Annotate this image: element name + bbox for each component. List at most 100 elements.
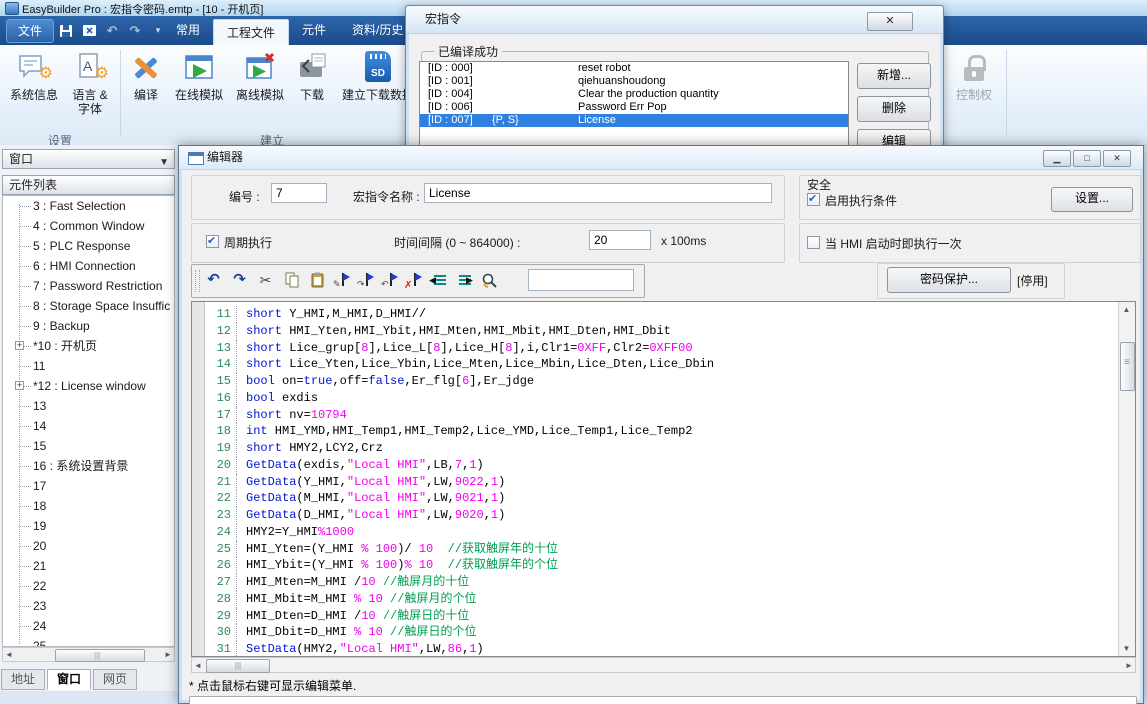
tab-工程文件[interactable]: 工程文件	[213, 19, 289, 45]
window-tree-item[interactable]: 3 : Fast Selection	[3, 196, 174, 216]
window-tree-item[interactable]: 16 : 系统设置背景	[3, 456, 174, 476]
window-tree-item[interactable]: 19	[3, 516, 174, 536]
scroll-down-arrow[interactable]: ▼	[1119, 641, 1134, 656]
code-line: 15bool on=true,off=false,Er_flg[6],Er_jd…	[205, 373, 1118, 390]
control-permission-button[interactable]: 控制权	[946, 49, 1002, 129]
chevron-down-icon[interactable]: ▼	[159, 154, 169, 172]
redo-icon[interactable]: ↷	[231, 272, 248, 289]
window-tree-item[interactable]: 7 : Password Restriction	[3, 276, 174, 296]
sidebar-bottom-strip	[0, 691, 178, 704]
download-button[interactable]: 下载	[292, 49, 332, 129]
window-tree-item[interactable]: 17	[3, 476, 174, 496]
sidebar-tab-窗口[interactable]: 窗口	[47, 669, 91, 690]
expand-icon[interactable]: +	[15, 381, 24, 390]
scroll-up-arrow[interactable]: ▲	[1119, 302, 1134, 317]
macro-name-field[interactable]	[424, 183, 772, 203]
window-tree-item[interactable]: 11	[3, 356, 174, 376]
next-bookmark-icon[interactable]: ↷	[359, 272, 374, 288]
periodic-checkbox[interactable]	[206, 235, 219, 248]
redo-icon[interactable]: ↷	[127, 23, 143, 39]
scroll-left-arrow[interactable]: ◄	[3, 649, 15, 660]
window-tree-item[interactable]: + *12 : License window	[3, 376, 174, 396]
window-tree-item[interactable]: 25	[3, 636, 174, 647]
cut-icon[interactable]: ✂	[257, 272, 274, 289]
online-simulate-button[interactable]: 在线模拟	[170, 49, 228, 129]
window-tree-item[interactable]: 15	[3, 436, 174, 456]
macro-list-item[interactable]: [ID : 001]qiehuanshoudong	[420, 75, 848, 88]
code-area[interactable]: 11short Y_HMI,M_HMI,D_HMI//12short HMI_Y…	[191, 301, 1136, 657]
window-tree-item[interactable]: +*10 : 开机页	[3, 336, 174, 356]
toggle-bookmark-icon[interactable]: ✎	[335, 272, 350, 288]
interval-field[interactable]	[589, 230, 651, 250]
macro-list-item[interactable]: [ID : 006]Password Err Pop	[420, 101, 848, 114]
language-font-button[interactable]: A ⚙ 语言 & 字体	[64, 49, 116, 129]
close-icon[interactable]: ✕	[1103, 150, 1131, 167]
code-line: 28HMI_Mbit=M_HMI % 10 //触屏月的个位	[205, 591, 1118, 608]
code-horizontal-scrollbar[interactable]: ◄ ||| ►	[191, 657, 1136, 673]
scrollbar-thumb[interactable]: |||	[55, 649, 145, 662]
window-panel-header[interactable]: 窗口 ▼	[2, 149, 175, 169]
system-info-button[interactable]: ⚙ 系统信息	[6, 49, 62, 129]
window-tree-item[interactable]: 24	[3, 616, 174, 636]
sidebar-tab-地址[interactable]: 地址	[1, 669, 45, 690]
scroll-left-arrow[interactable]: ◄	[192, 660, 204, 671]
sidebar-tab-网页[interactable]: 网页	[93, 669, 137, 690]
window-tree-item[interactable]: 23	[3, 596, 174, 616]
macro-list-item[interactable]: [ID : 000]reset robot	[420, 62, 848, 75]
window-tree-item[interactable]: 6 : HMI Connection	[3, 256, 174, 276]
undo-icon[interactable]: ↶	[104, 23, 120, 39]
window-tree-item[interactable]: 8 : Storage Space Insuffic	[3, 296, 174, 316]
compile-button[interactable]: 编译	[124, 49, 168, 129]
tab-file[interactable]: 文件	[6, 19, 54, 43]
copy-icon[interactable]	[283, 272, 300, 289]
code-line: 18int HMI_YMD,HMI_Temp1,HMI_Temp2,Lice_Y…	[205, 423, 1118, 440]
window-tree-item[interactable]: 13	[3, 396, 174, 416]
expand-icon[interactable]: +	[15, 341, 24, 350]
window-tree-item[interactable]: 20	[3, 536, 174, 556]
line-number: 21	[205, 474, 237, 491]
sidebar-horizontal-scrollbar[interactable]: ◄ ||| ►	[2, 647, 175, 662]
scrollbar-thumb[interactable]	[1120, 342, 1135, 391]
outdent-icon[interactable]: ▶	[456, 273, 472, 287]
paste-icon[interactable]	[309, 272, 326, 289]
delete-macro-button[interactable]: 删除	[857, 96, 931, 122]
tab-常用[interactable]: 常用	[163, 16, 213, 45]
window-tree-item[interactable]: 18	[3, 496, 174, 516]
macro-id-field[interactable]	[271, 183, 327, 203]
window-tree-item[interactable]: 4 : Common Window	[3, 216, 174, 236]
tree-item-label: *12 : License window	[33, 379, 146, 393]
execution-condition-checkbox[interactable]	[807, 193, 820, 206]
close-icon[interactable]: ✕	[867, 12, 913, 31]
save-icon[interactable]	[58, 23, 74, 39]
offline-simulate-button[interactable]: 离线模拟	[230, 49, 290, 129]
new-macro-button[interactable]: 新增...	[857, 63, 931, 89]
scrollbar-thumb[interactable]: |||	[206, 659, 270, 673]
undo-icon[interactable]: ↶	[205, 272, 222, 289]
macro-list-item[interactable]: [ID : 007]{P, S}License	[420, 114, 848, 127]
code-vertical-scrollbar[interactable]: ▲ ▼	[1118, 302, 1135, 656]
code-line: 23GetData(D_HMI,"Local HMI",LW,9020,1)	[205, 507, 1118, 524]
tab-元件[interactable]: 元件	[289, 16, 339, 45]
code-line: 25HMI_Yten=(Y_HMI % 100)/ 10 //获取触屏年的十位	[205, 541, 1118, 558]
scroll-right-arrow[interactable]: ►	[162, 649, 174, 660]
maximize-icon[interactable]: □	[1073, 150, 1101, 167]
window-tree[interactable]: 3 : Fast Selection4 : Common Window5 : P…	[2, 195, 175, 647]
minimize-icon[interactable]: ▁	[1043, 150, 1071, 167]
toolbar-grip[interactable]	[195, 270, 200, 292]
macro-list-item[interactable]: [ID : 004]Clear the production quantity	[420, 88, 848, 101]
find-icon[interactable]	[481, 272, 498, 289]
scroll-right-arrow[interactable]: ►	[1123, 660, 1135, 671]
startup-checkbox[interactable]	[807, 236, 820, 249]
indent-icon[interactable]: ◀	[431, 273, 447, 287]
window-tree-item[interactable]: 5 : PLC Response	[3, 236, 174, 256]
window-tree-item[interactable]: 9 : Backup	[3, 316, 174, 336]
export-icon[interactable]	[81, 23, 97, 39]
window-tree-item[interactable]: 22	[3, 576, 174, 596]
password-protect-button[interactable]: 密码保护...	[887, 267, 1011, 293]
macro-search-input[interactable]	[528, 269, 634, 291]
clear-bookmarks-icon[interactable]: ✗	[407, 272, 422, 288]
window-tree-item[interactable]: 14	[3, 416, 174, 436]
security-settings-button[interactable]: 设置...	[1051, 187, 1133, 212]
previous-bookmark-icon[interactable]: ↶	[383, 272, 398, 288]
window-tree-item[interactable]: 21	[3, 556, 174, 576]
